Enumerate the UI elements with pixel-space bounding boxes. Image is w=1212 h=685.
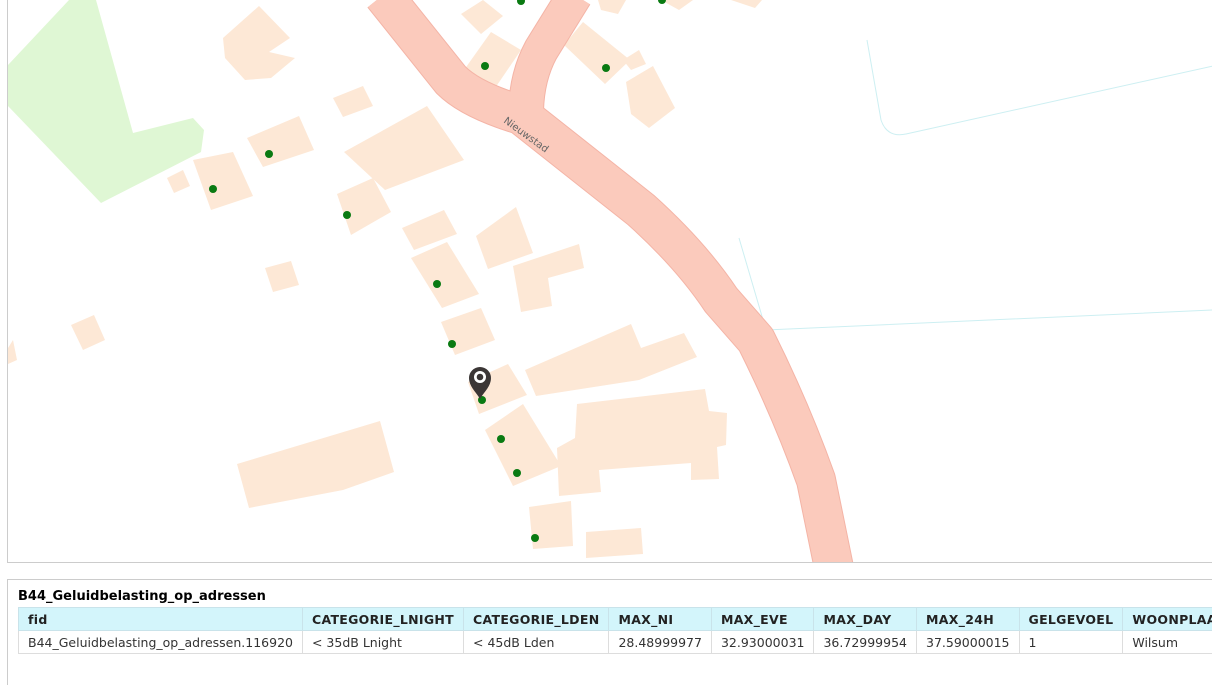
table-cell: 37.59000015 [916, 630, 1020, 654]
address-point [265, 150, 273, 158]
column-header: fid [18, 607, 303, 631]
column-header: MAX_EVE [710, 607, 815, 631]
table-cell: 36.72999954 [813, 630, 917, 654]
address-point [497, 435, 505, 443]
map-canvas[interactable]: Nieuwstad [7, 0, 1212, 563]
address-point [602, 64, 610, 72]
address-point [209, 185, 217, 193]
address-point [433, 280, 441, 288]
address-point [448, 340, 456, 348]
column-header: MAX_NI [608, 607, 712, 631]
feature-info-panel: B44_Geluidbelasting_op_adressen fid CATE… [7, 579, 1212, 685]
column-header: MAX_24H [916, 607, 1020, 631]
water-lines [738, 39, 1212, 331]
address-point [343, 211, 351, 219]
table-cell: < 45dB Lden [463, 630, 610, 654]
address-point [531, 534, 539, 542]
column-header: WOONPLAATS [1122, 607, 1212, 631]
address-point [481, 62, 489, 70]
address-point [517, 0, 525, 5]
table-header-row: fid CATEGORIE_LNIGHT CATEGORIE_LDEN MAX_… [18, 607, 1212, 631]
grass-area [8, 0, 204, 203]
buildings [8, 0, 762, 558]
address-point [658, 0, 666, 4]
layer-title: B44_Geluidbelasting_op_adressen [18, 589, 266, 604]
table-cell: Wilsum [1122, 630, 1212, 654]
column-header: CATEGORIE_LNIGHT [301, 607, 465, 631]
attribute-table: fid CATEGORIE_LNIGHT CATEGORIE_LDEN MAX_… [18, 607, 1212, 654]
column-header: CATEGORIE_LDEN [463, 607, 610, 631]
table-cell: 1 [1018, 630, 1124, 654]
table-cell: < 35dB Lnight [301, 630, 465, 654]
table-cell: B44_Geluidbelasting_op_adressen.116920 [18, 630, 303, 654]
table-cell: 32.93000031 [710, 630, 815, 654]
address-point [513, 469, 521, 477]
column-header: MAX_DAY [813, 607, 917, 631]
table-cell: 28.48999977 [608, 630, 712, 654]
column-header: GELGEVOEL [1018, 607, 1124, 631]
table-row: B44_Geluidbelasting_op_adressen.116920 <… [18, 630, 1212, 654]
